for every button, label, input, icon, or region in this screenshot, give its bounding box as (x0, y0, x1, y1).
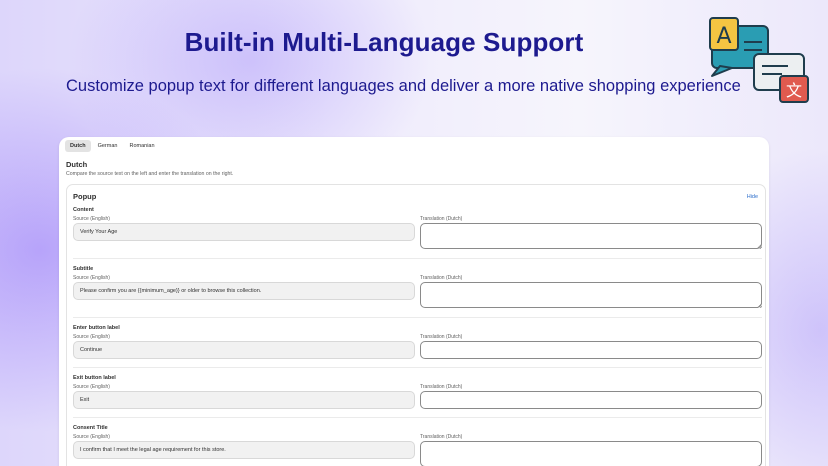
divider (73, 317, 762, 318)
translation-label: Translation (Dutch) (420, 275, 463, 281)
divider (73, 417, 762, 418)
source-label: Source (English) (73, 384, 110, 390)
translation-label: Translation (Dutch) (420, 334, 463, 340)
resize-handle-icon[interactable] (757, 244, 762, 249)
tab-german[interactable]: German (93, 140, 123, 152)
field-label: Consent Title (73, 425, 108, 431)
hide-button[interactable]: Hide (747, 194, 758, 200)
source-text: I confirm that I meet the legal age requ… (73, 441, 415, 459)
svg-text:A: A (716, 24, 731, 49)
field-label: Content (73, 207, 94, 213)
source-label: Source (English) (73, 434, 110, 440)
divider (73, 258, 762, 259)
panel-title: Popup (73, 192, 97, 201)
tab-romanian[interactable]: Romanian (124, 140, 159, 152)
translate-chat-bubbles-icon: A 文 (709, 17, 809, 103)
source-label: Source (English) (73, 275, 110, 281)
language-description: Compare the source text on the left and … (66, 171, 234, 177)
tab-dutch[interactable]: Dutch (65, 140, 91, 152)
source-text: Continue (73, 341, 415, 359)
translation-card: Dutch German Romanian Dutch Compare the … (59, 137, 769, 466)
translation-label: Translation (Dutch) (420, 216, 463, 222)
field-label: Enter button label (73, 325, 120, 331)
translation-textarea[interactable] (420, 223, 762, 249)
source-label: Source (English) (73, 334, 110, 340)
popup-panel: Popup Hide Content Source (English) Tran… (66, 184, 766, 466)
divider (73, 367, 762, 368)
resize-handle-icon[interactable] (757, 303, 762, 308)
hero-title: Built-in Multi-Language Support (184, 27, 584, 57)
source-label: Source (English) (73, 216, 110, 222)
translation-textarea[interactable] (420, 441, 762, 466)
source-text: Verify Your Age (73, 223, 415, 241)
field-label: Subtitle (73, 266, 94, 272)
translation-input[interactable] (420, 341, 762, 359)
field-label: Exit button label (73, 375, 116, 381)
source-text: Please confirm you are {{minimum_age}} o… (73, 282, 415, 300)
translation-label: Translation (Dutch) (420, 434, 463, 440)
translation-textarea[interactable] (420, 282, 762, 308)
language-title: Dutch (66, 160, 88, 169)
source-text: Exit (73, 391, 415, 409)
language-tabs: Dutch German Romanian (65, 140, 160, 152)
hero-subtitle: Customize popup text for different langu… (66, 77, 741, 95)
svg-text:文: 文 (786, 81, 802, 100)
translation-input[interactable] (420, 391, 762, 409)
translation-label: Translation (Dutch) (420, 384, 463, 390)
